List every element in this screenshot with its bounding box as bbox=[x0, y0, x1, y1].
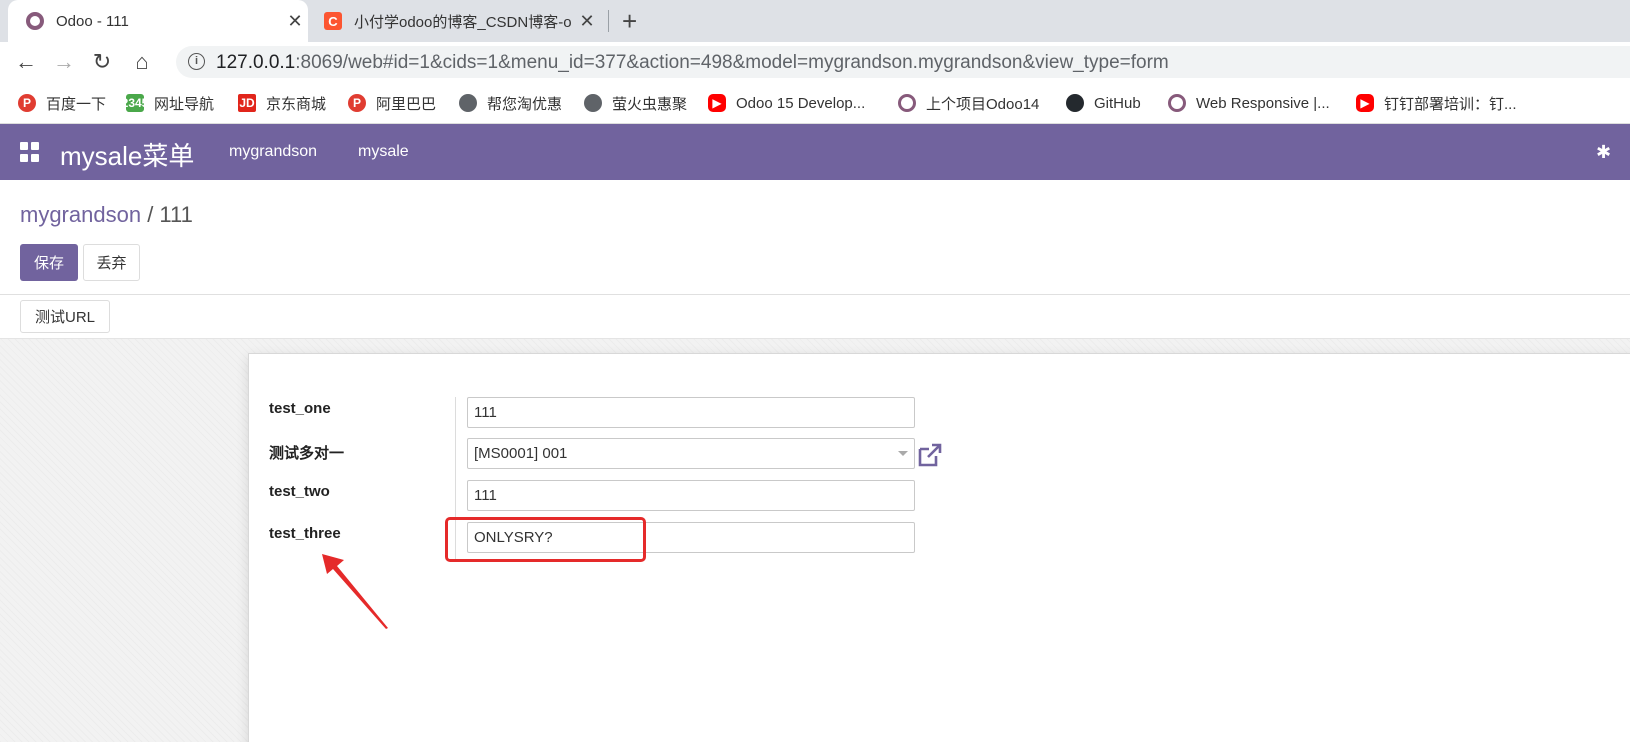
bookmark-label: 阿里巴巴 bbox=[376, 95, 437, 113]
bookmark-label: 网址导航 bbox=[154, 95, 215, 113]
bookmark-item[interactable]: GitHub bbox=[1066, 92, 1141, 114]
odoo-icon bbox=[1168, 94, 1186, 112]
menu-mysale[interactable]: mysale bbox=[358, 143, 409, 161]
tab-separator bbox=[608, 10, 609, 32]
field-label-many2one: 测试多对一 bbox=[269, 445, 345, 462]
globe-icon bbox=[584, 94, 602, 112]
bookmark-item[interactable]: P 阿里巴巴 bbox=[348, 92, 436, 114]
url-text: 127.0.0.1:8069/web#id=1&cids=1&menu_id=3… bbox=[216, 52, 1169, 74]
bookmark-item[interactable]: ▶ 钉钉部署培训：钉... bbox=[1356, 92, 1517, 114]
home-icon[interactable]: ⌂ bbox=[130, 50, 154, 74]
bookmark-label: 帮您淘优惠 bbox=[487, 95, 563, 113]
many2one-select[interactable] bbox=[467, 438, 915, 469]
app-brand[interactable]: mysale菜单 bbox=[60, 136, 194, 173]
site-info-icon[interactable]: i bbox=[188, 53, 205, 70]
bookmark-item[interactable]: Web Responsive |... bbox=[1168, 92, 1330, 114]
url-rest: :8069/web#id=1&cids=1&menu_id=377&action… bbox=[295, 52, 1169, 73]
csdn-favicon-icon: C bbox=[324, 12, 342, 30]
breadcrumb: mygrandson / 111 bbox=[20, 202, 193, 228]
test-one-input[interactable] bbox=[467, 397, 915, 428]
field-label-test-three: test_three bbox=[269, 525, 341, 542]
browser-tab-strip: Odoo - 111 ✕ C 小付学odoo的博客_CSDN博客-o ✕ + bbox=[0, 0, 1630, 42]
discard-button[interactable]: 丢弃 bbox=[83, 244, 140, 281]
red-p-icon: P bbox=[348, 94, 366, 112]
field-label-test-one: test_one bbox=[269, 400, 331, 417]
bookmark-item[interactable]: 2345 网址导航 bbox=[121, 92, 215, 114]
odoo-favicon-icon bbox=[26, 12, 44, 30]
browser-tab-odoo[interactable]: Odoo - 111 ✕ bbox=[8, 0, 308, 42]
bookmark-item[interactable]: P 百度一下 bbox=[18, 92, 106, 114]
test-two-input[interactable] bbox=[467, 480, 915, 511]
highlight-box bbox=[445, 517, 646, 562]
youtube-icon: ▶ bbox=[708, 94, 726, 112]
bookmark-label: 钉钉部署培训：钉... bbox=[1384, 95, 1517, 113]
bookmark-label: GitHub bbox=[1094, 94, 1141, 112]
url-host: 127.0.0.1 bbox=[216, 52, 296, 73]
bookmark-label: 萤火虫惠聚 bbox=[612, 95, 688, 113]
bookmark-item[interactable]: 萤火虫惠聚 bbox=[584, 92, 687, 114]
field-label-test-two: test_two bbox=[269, 483, 330, 500]
test-url-button[interactable]: 测试URL bbox=[20, 300, 110, 333]
bookmark-item[interactable]: 上个项目Odoo14 bbox=[898, 92, 1039, 114]
back-arrow-icon[interactable]: ← bbox=[14, 50, 38, 74]
new-tab-icon[interactable]: + bbox=[622, 6, 637, 36]
reload-icon[interactable]: ↻ bbox=[90, 50, 114, 74]
bookmark-label: Odoo 15 Develop... bbox=[736, 94, 866, 112]
breadcrumb-parent-link[interactable]: mygrandson bbox=[20, 202, 141, 227]
menu-mygrandson[interactable]: mygrandson bbox=[229, 143, 317, 161]
github-icon bbox=[1066, 94, 1084, 112]
debug-bug-icon[interactable]: ✱ bbox=[1596, 142, 1611, 163]
forward-arrow-icon[interactable]: → bbox=[52, 50, 76, 74]
close-tab-icon[interactable]: ✕ bbox=[574, 11, 600, 32]
red-arrow-icon bbox=[322, 554, 388, 629]
jd-icon: JD bbox=[238, 94, 256, 112]
bookmark-item[interactable]: 帮您淘优惠 bbox=[459, 92, 562, 114]
breadcrumb-current: 111 bbox=[159, 202, 193, 227]
tab-title: Odoo - 111 bbox=[56, 12, 129, 30]
browser-toolbar: ← → ↻ ⌂ i 127.0.0.1:8069/web#id=1&cids=1… bbox=[0, 42, 1630, 82]
odoo-main-navbar: mysale菜单 mygrandson mysale ✱ bbox=[0, 124, 1630, 180]
youtube-icon: ▶ bbox=[1356, 94, 1374, 112]
2345-icon: 2345 bbox=[121, 94, 149, 112]
bookmark-label: 百度一下 bbox=[46, 95, 107, 113]
globe-icon bbox=[459, 94, 477, 112]
bookmark-label: 上个项目Odoo14 bbox=[926, 95, 1040, 113]
external-link-icon[interactable] bbox=[917, 442, 943, 468]
save-button[interactable]: 保存 bbox=[20, 244, 78, 281]
tab-title: 小付学odoo的博客_CSDN博客-o bbox=[354, 13, 572, 31]
chevron-down-icon[interactable] bbox=[898, 451, 908, 456]
browser-tab-csdn[interactable]: C 小付学odoo的博客_CSDN博客-o ✕ bbox=[310, 0, 600, 42]
bookmark-item[interactable]: ▶ Odoo 15 Develop... bbox=[708, 92, 865, 114]
red-p-icon: P bbox=[18, 94, 36, 112]
bookmarks-bar: P 百度一下 2345 网址导航 JD 京东商城 P 阿里巴巴 帮您淘优惠 萤火虫惠聚 … bbox=[0, 82, 1630, 124]
bookmark-item[interactable]: JD 京东商城 bbox=[238, 92, 326, 114]
bookmark-label: Web Responsive |... bbox=[1196, 94, 1330, 112]
close-tab-icon[interactable]: ✕ bbox=[282, 11, 308, 32]
odoo-icon bbox=[898, 94, 916, 112]
bookmark-label: 京东商城 bbox=[266, 95, 327, 113]
breadcrumb-separator: / bbox=[141, 202, 160, 227]
address-bar[interactable]: i 127.0.0.1:8069/web#id=1&cids=1&menu_id… bbox=[176, 46, 1630, 78]
control-panel-divider bbox=[0, 294, 1630, 295]
apps-grid-icon[interactable] bbox=[20, 142, 40, 162]
